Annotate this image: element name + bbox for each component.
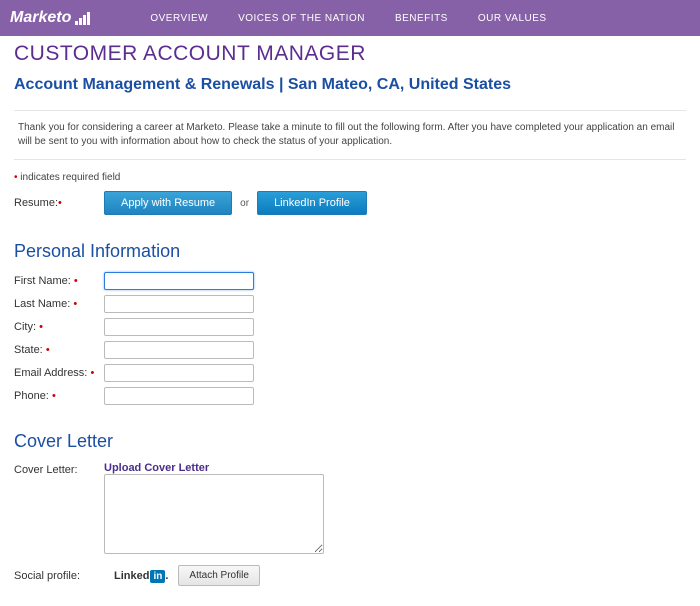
bars-icon [75,12,90,25]
nav-voices[interactable]: VOICES OF THE NATION [238,13,365,24]
phone-label: Phone: • [14,390,104,402]
resume-row: Resume:• Apply with Resume or LinkedIn P… [14,191,686,215]
resume-label: Resume:• [14,197,104,209]
brand-text: Marketo [10,9,71,27]
first-name-input[interactable] [104,272,254,290]
linkedin-profile-button[interactable]: LinkedIn Profile [257,191,367,215]
upload-cover-letter-link[interactable]: Upload Cover Letter [104,462,324,474]
nav-overview[interactable]: OVERVIEW [150,13,208,24]
first-name-label: First Name: • [14,275,104,287]
intro-text: Thank you for considering a career at Ma… [14,110,686,160]
apply-resume-button[interactable]: Apply with Resume [104,191,232,215]
social-profile-label: Social profile: [14,570,104,582]
linkedin-icon: Linkedin. [114,570,168,582]
page-subtitle: Account Management & Renewals | San Mate… [14,76,686,94]
brand-logo: Marketo [10,9,90,27]
or-text: or [240,198,249,209]
city-input[interactable] [104,318,254,336]
nav-benefits[interactable]: BENEFITS [395,13,448,24]
required-note: • indicates required field [14,172,686,183]
social-profile-row: Social profile: Linkedin. Attach Profile [14,565,686,586]
cover-letter-textarea[interactable] [104,474,324,554]
email-label: Email Address: • [14,367,104,379]
phone-input[interactable] [104,387,254,405]
last-name-label: Last Name: • [14,298,104,310]
cover-letter-label: Cover Letter: [14,462,104,476]
main-content: CUSTOMER ACCOUNT MANAGER Account Managem… [0,36,700,606]
nav-links: OVERVIEW VOICES OF THE NATION BENEFITS O… [150,13,546,24]
personal-info-heading: Personal Information [14,241,686,262]
nav-values[interactable]: OUR VALUES [478,13,547,24]
state-label: State: • [14,344,104,356]
state-input[interactable] [104,341,254,359]
email-input[interactable] [104,364,254,382]
cover-letter-heading: Cover Letter [14,431,686,452]
top-nav: Marketo OVERVIEW VOICES OF THE NATION BE… [0,0,700,36]
city-label: City: • [14,321,104,333]
attach-profile-button[interactable]: Attach Profile [178,565,259,586]
asterisk-icon: • [14,172,18,183]
page-title: CUSTOMER ACCOUNT MANAGER [14,42,686,66]
last-name-input[interactable] [104,295,254,313]
